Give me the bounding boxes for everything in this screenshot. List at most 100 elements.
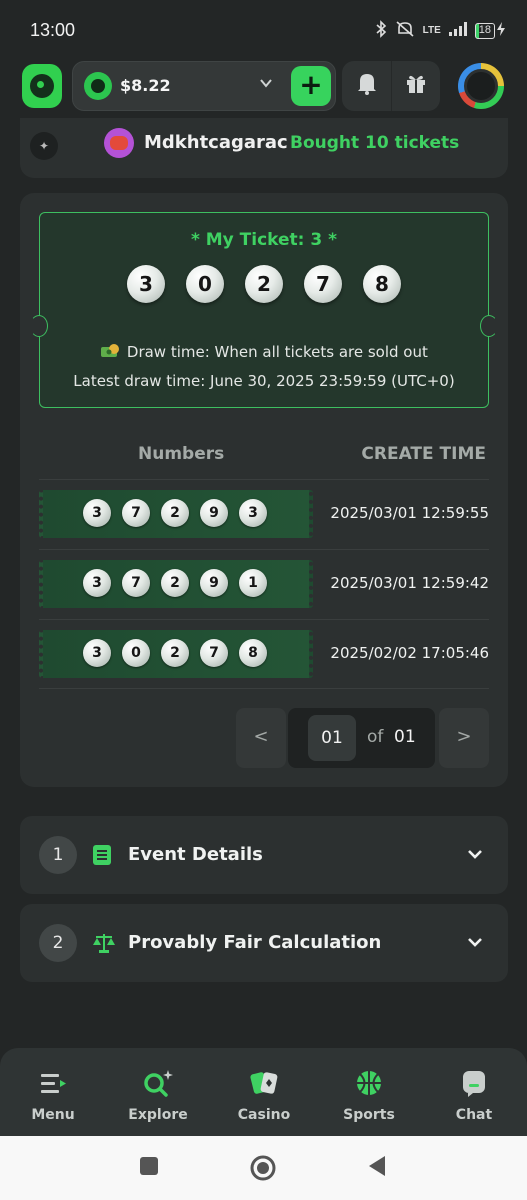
wallet-selector[interactable]: $8.22 + (72, 61, 336, 111)
my-ticket-title: * My Ticket: 3 * (190, 230, 338, 250)
accordion-number: 2 (39, 924, 77, 962)
header-actions (342, 61, 440, 111)
nav-label: Chat (455, 1107, 493, 1123)
app-logo[interactable] (22, 64, 62, 108)
status-icons: LTE 18 (375, 20, 505, 41)
event-details-accordion[interactable]: 1 Event Details (20, 816, 508, 894)
ticket-ball: 8 (239, 639, 267, 667)
column-header-numbers: Numbers (138, 444, 225, 464)
accordion-number: 1 (39, 836, 77, 874)
page-of-label: of (367, 727, 384, 747)
ticket-notch-right (480, 315, 498, 337)
nav-label: Explore (128, 1107, 188, 1123)
menu-icon (8, 1066, 98, 1100)
lottery-card: * My Ticket: 3 * 3 0 2 7 8 Draw time: Wh… (20, 193, 508, 787)
gift-icon (404, 71, 428, 101)
column-header-create-time: CREATE TIME (361, 444, 486, 464)
status-time: 13:00 (30, 20, 76, 40)
ticket-numbers-cell: 3 7 2 9 1 (39, 560, 313, 608)
ticket-ball: 3 (83, 499, 111, 527)
status-bar: 13:00 LTE 18 (0, 0, 527, 60)
rewards-button[interactable] (391, 61, 440, 111)
scale-icon (92, 932, 115, 954)
home-button[interactable] (249, 1154, 277, 1186)
feed-toggle-icon[interactable]: ✦ (30, 132, 58, 160)
battery-level: 18 (474, 22, 495, 39)
table-divider (39, 688, 489, 689)
ticket-ball: 8 (363, 265, 401, 303)
nav-explore[interactable]: Explore (113, 1066, 203, 1123)
mute-icon (395, 20, 415, 41)
basketball-icon (324, 1066, 414, 1100)
table-row: 3 7 2 9 3 2025/03/01 12:59:55 (39, 479, 489, 549)
nav-sports[interactable]: Sports (324, 1066, 414, 1123)
network-label: LTE (422, 25, 441, 36)
total-pages: 01 (394, 727, 416, 747)
bottom-navigation: Menu Explore Casino Sports Chat (0, 1048, 527, 1136)
nav-label: Sports (343, 1107, 395, 1123)
nav-menu[interactable]: Menu (8, 1066, 98, 1123)
ticket-ball: 7 (122, 569, 150, 597)
feed-action: Bought 10 tickets (290, 133, 460, 153)
ticket-ball: 3 (83, 569, 111, 597)
user-avatar[interactable] (458, 63, 504, 109)
ticket-ball: 0 (122, 639, 150, 667)
ticket-ball: 2 (161, 569, 189, 597)
feed-user-avatar (104, 128, 134, 158)
accordion-title: Event Details (128, 844, 263, 865)
back-button[interactable] (367, 1155, 387, 1181)
pagination: < 01 of 01 > (236, 708, 489, 768)
ticket-ball: 2 (161, 639, 189, 667)
create-time-cell: 2025/03/01 12:59:42 (330, 574, 489, 592)
bell-icon (356, 71, 378, 101)
latest-draw-time: Latest draw time: June 30, 2025 23:59:59… (73, 372, 455, 390)
chat-icon (429, 1066, 519, 1100)
activity-feed: ✦ Mdkhtcagarac Bought 10 tickets (20, 118, 508, 178)
ticket-ball: 7 (200, 639, 228, 667)
ticket-ball: 2 (161, 499, 189, 527)
nav-casino[interactable]: Casino (219, 1066, 309, 1123)
nav-label: Menu (31, 1107, 75, 1123)
deposit-button[interactable]: + (291, 66, 331, 106)
ticket-numbers-cell: 3 0 2 7 8 (39, 630, 313, 678)
currency-coin-icon (84, 72, 112, 100)
create-time-cell: 2025/03/01 12:59:55 (330, 504, 489, 522)
ticket-notch-left (30, 315, 48, 337)
bluetooth-icon (375, 20, 387, 41)
current-page-input[interactable]: 01 (308, 715, 356, 761)
search-sparkle-icon (113, 1066, 203, 1100)
my-ticket: * My Ticket: 3 * 3 0 2 7 8 Draw time: Wh… (30, 212, 498, 408)
battery-indicator: 18 (474, 22, 505, 39)
nav-chat[interactable]: Chat (429, 1066, 519, 1123)
provably-fair-accordion[interactable]: 2 Provably Fair Calculation (20, 904, 508, 982)
recent-apps-button[interactable] (139, 1156, 159, 1180)
previous-page-button[interactable]: < (236, 708, 286, 768)
create-time-cell: 2025/02/02 17:05:46 (330, 644, 489, 662)
ticket-ball: 0 (186, 265, 224, 303)
ticket-ball: 3 (239, 499, 267, 527)
app-header: $8.22 + (0, 60, 527, 112)
next-page-button[interactable]: > (439, 708, 489, 768)
nav-label: Casino (237, 1107, 291, 1123)
table-row: 3 0 2 7 8 2025/02/02 17:05:46 (39, 619, 489, 689)
signal-icon (448, 22, 467, 39)
chevron-down-icon (466, 933, 486, 953)
system-navigation-bar (0, 1136, 527, 1200)
charging-icon (497, 22, 505, 39)
list-icon (92, 844, 114, 866)
draw-time-text: Draw time: When all tickets are sold out (126, 343, 428, 361)
ticket-ball: 2 (245, 265, 283, 303)
chevron-down-icon[interactable] (259, 74, 273, 95)
wallet-balance: $8.22 (120, 76, 171, 95)
accordion-title: Provably Fair Calculation (128, 932, 382, 953)
chevron-down-icon (466, 845, 486, 865)
ticket-ball: 7 (304, 265, 342, 303)
my-ticket-numbers: 3 0 2 7 8 (40, 265, 488, 303)
ticket-ball: 1 (239, 569, 267, 597)
feed-username[interactable]: Mdkhtcagarac (144, 132, 288, 153)
notifications-button[interactable] (342, 61, 391, 111)
money-icon (100, 343, 127, 361)
ticket-ball: 7 (122, 499, 150, 527)
ticket-ball: 3 (83, 639, 111, 667)
ticket-ball: 3 (127, 265, 165, 303)
